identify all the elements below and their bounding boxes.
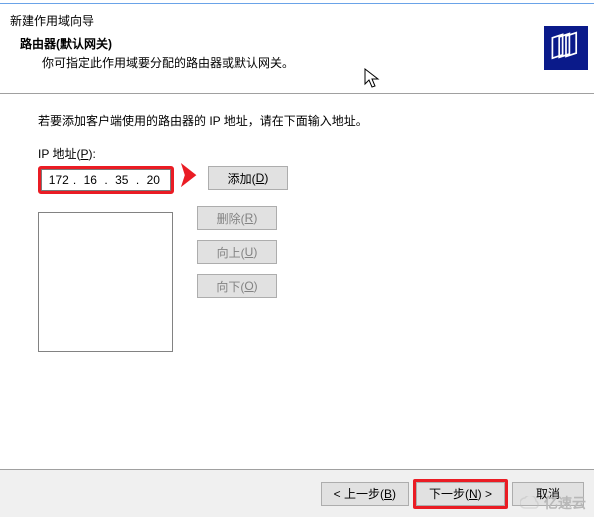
intro-text: 若要添加客户端使用的路由器的 IP 地址，请在下面输入地址。 [38,112,556,129]
remove-button[interactable]: 删除(R) [197,206,277,230]
down-button[interactable]: 向下(O) [197,274,277,298]
add-button[interactable]: 添加(D) [208,166,288,190]
ip-listbox[interactable] [38,212,173,352]
header-icon [544,26,588,70]
next-highlight: 下一步(N) > [413,479,508,509]
watermark: 亿速云 [520,493,586,513]
back-button[interactable]: < 上一步(B) [321,482,409,506]
page-title: 路由器(默认网关) [20,35,580,52]
ip-octet-3[interactable]: 35 [109,173,135,187]
ip-octet-1[interactable]: 172 [46,173,72,187]
ip-highlight: 172 . 16 . 35 . 20 [38,166,174,194]
ip-input[interactable]: 172 . 16 . 35 . 20 [41,169,171,191]
wizard-header: 新建作用域向导 路由器(默认网关) 你可指定此作用域要分配的路由器或默认网关。 [0,4,594,94]
ip-label: IP 地址(P): [38,145,556,162]
up-button[interactable]: 向上(U) [197,240,277,264]
cursor-icon [364,68,380,90]
next-button[interactable]: 下一步(N) > [416,482,505,506]
ip-octet-4[interactable]: 20 [140,173,166,187]
arrow-icon: ➤ [178,152,197,197]
wizard-body: 若要添加客户端使用的路由器的 IP 地址，请在下面输入地址。 IP 地址(P):… [0,94,594,352]
wizard-footer: < 上一步(B) 下一步(N) > 取消 [0,469,594,517]
window-title: 新建作用域向导 [10,12,580,29]
page-subtitle: 你可指定此作用域要分配的路由器或默认网关。 [42,54,580,71]
ip-octet-2[interactable]: 16 [77,173,103,187]
